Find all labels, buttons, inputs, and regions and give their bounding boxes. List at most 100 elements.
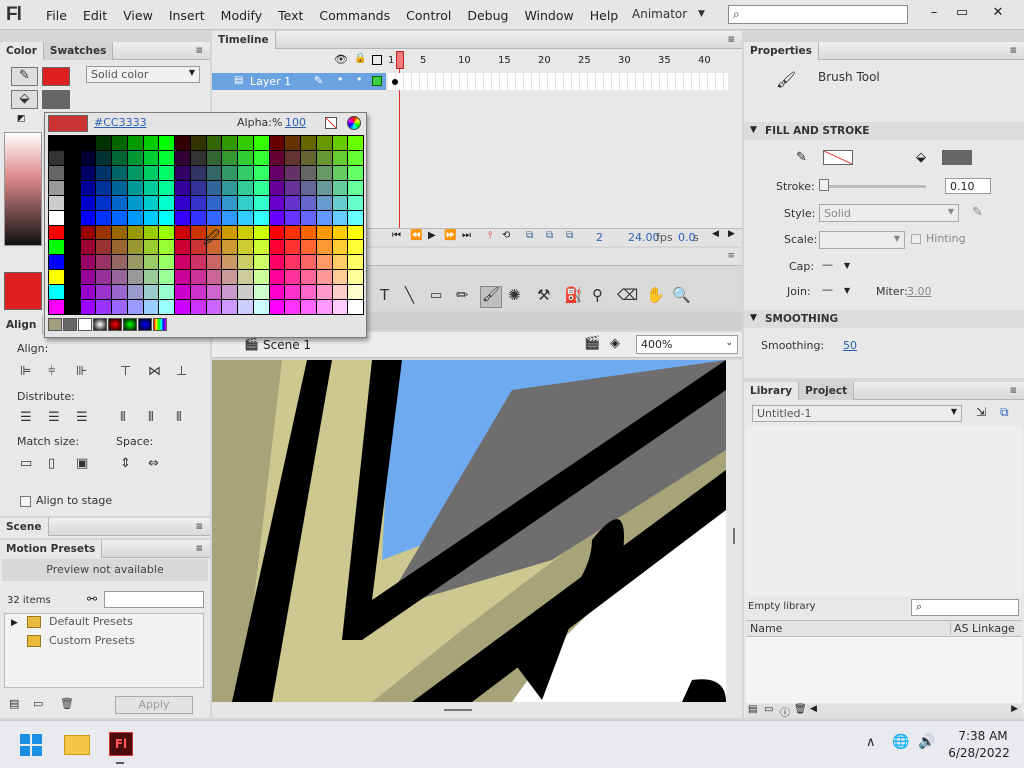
swatch-cell[interactable] [112,225,127,240]
swatch-cell[interactable] [348,240,363,255]
bone-tool-icon[interactable]: ⚒ [537,286,550,304]
swatch-cell[interactable] [222,210,237,225]
swatch-cell[interactable] [127,195,143,210]
panel-menu-icon[interactable]: ≡ [1009,386,1018,396]
swatch-cell[interactable] [253,300,269,314]
no-color-icon[interactable] [325,117,337,129]
color-picker-wheel-icon[interactable] [347,116,361,130]
panel-menu-icon[interactable]: ≡ [195,544,204,554]
distribute-top-icon[interactable]: ☰ [20,410,32,425]
playhead[interactable] [396,51,404,69]
swatch-cell[interactable] [348,285,363,300]
swatch-cell[interactable] [96,285,111,300]
chevron-down-icon[interactable]: ▼ [698,9,705,19]
swatch-cell[interactable] [285,180,300,195]
stage-canvas[interactable] [212,360,726,702]
swatch-cell[interactable] [206,270,222,285]
tab-scene[interactable]: Scene [0,517,49,536]
distribute-right-icon[interactable]: ⦀ [176,410,182,425]
swatch-cell[interactable] [190,285,206,300]
new-library-panel-icon[interactable]: ⧉ [1000,405,1009,420]
swatch-cell[interactable] [127,210,143,225]
swatch-cell[interactable] [348,165,363,180]
swatch-cell[interactable] [301,300,316,314]
swatch-cell[interactable] [206,150,222,165]
swatch-cell[interactable] [348,180,363,195]
scroll-thumb[interactable] [444,709,472,711]
fps-value[interactable]: 24.00 [628,231,660,244]
preset-folder-default[interactable]: Default Presets [49,615,133,628]
align-to-stage-checkbox[interactable] [20,496,31,507]
swatch-cell[interactable] [301,270,316,285]
tab-timeline[interactable]: Timeline [212,30,276,49]
stroke-slider-track[interactable] [820,185,926,188]
swatch-cell[interactable] [238,210,253,225]
swatch-cell[interactable] [64,255,80,270]
pencil-tool-icon[interactable]: ✏ [456,286,469,304]
swatch-cell[interactable] [348,300,363,314]
swatch-cell[interactable] [49,240,64,255]
minimize-button[interactable]: – [920,2,948,24]
menu-control[interactable]: Control [398,8,459,23]
file-explorer-icon[interactable] [64,735,90,755]
swatch-cell[interactable] [96,150,111,165]
swatch-cell[interactable] [238,255,253,270]
swatch-cell[interactable] [301,285,316,300]
expand-arrow-icon[interactable]: ▶ [11,618,18,628]
swatch-cell[interactable] [49,150,64,165]
zoom-select[interactable]: 400% ⌄ [636,335,738,354]
swatch-cell[interactable] [316,180,332,195]
swatch-cell[interactable] [332,136,348,150]
scale-select[interactable]: ▼ [819,231,905,249]
swatch-cell[interactable] [80,255,96,270]
panel-menu-icon[interactable]: ≡ [727,35,736,45]
match-both-icon[interactable]: ▣ [76,456,88,471]
swatch-cell[interactable] [269,255,285,270]
swatch-cell[interactable] [269,136,285,150]
outline-icon[interactable] [372,55,382,65]
swatch-cell[interactable] [143,195,159,210]
swatch-cell[interactable] [285,195,300,210]
swatch-cell[interactable] [332,165,348,180]
smoothing-value[interactable]: 50 [843,339,857,352]
swatch-cell[interactable] [332,240,348,255]
swatch-cell[interactable] [285,240,300,255]
play-icon[interactable]: ▶ [428,230,436,241]
new-folder-icon[interactable]: ▭ [33,697,43,710]
layer-row[interactable]: ▤ Layer 1 ✎ • • [212,73,386,90]
swatch-cell[interactable] [143,150,159,165]
gradient-swatch[interactable] [63,318,77,331]
current-frame[interactable]: 2 [596,231,603,244]
swatch-cell[interactable] [238,150,253,165]
swatch-cell[interactable] [49,180,64,195]
swatch-cell[interactable] [143,180,159,195]
swatch-cell[interactable] [301,180,316,195]
match-height-icon[interactable]: ▯ [48,456,55,471]
frame-strip[interactable] [388,73,728,90]
edit-stroke-style-icon[interactable]: ✎ [972,205,983,220]
swatch-cell[interactable] [316,285,332,300]
swatch-cell[interactable] [64,150,80,165]
swatch-cell[interactable] [190,270,206,285]
clock-time[interactable]: 7:38 AM [958,729,1008,743]
swatch-cell[interactable] [112,285,127,300]
swatch-cell[interactable] [206,300,222,314]
swatch-cell[interactable] [159,225,174,240]
swatch-cell[interactable] [301,255,316,270]
swatch-cell[interactable] [112,150,127,165]
tab-properties[interactable]: Properties [744,41,819,60]
swatch-cell[interactable] [143,165,159,180]
hand-tool-icon[interactable]: ✋ [646,286,665,304]
swatch-cell[interactable] [269,225,285,240]
swatch-cell[interactable] [190,195,206,210]
swatch-cell[interactable] [80,150,96,165]
swatch-cell[interactable] [301,225,316,240]
menu-help[interactable]: Help [582,8,627,23]
fill-type-select[interactable]: Solid color ▼ [86,66,200,83]
stroke-slider-thumb[interactable] [819,179,829,191]
deco-tool-icon[interactable]: ✺ [508,286,521,304]
gradient-swatch[interactable] [48,318,62,331]
col-linkage[interactable]: AS Linkage [950,622,1015,635]
swatch-cell[interactable] [175,180,190,195]
stroke-pencil-icon[interactable]: ✎ [11,67,38,86]
